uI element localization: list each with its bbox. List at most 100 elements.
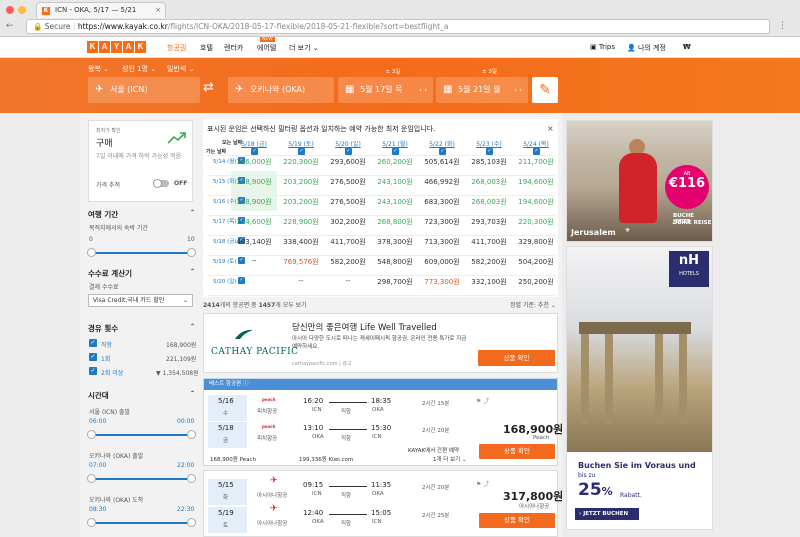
matrix-cell[interactable]: 769,576원 [278,257,324,267]
matrix-col-checkbox[interactable]: ✓ [345,148,352,155]
matrix-cell[interactable]: 302,200원 [325,217,371,227]
stops-two-checkbox[interactable]: ✓ [89,367,97,375]
view-deal-button[interactable]: 상품 확인 [479,513,555,528]
matrix-col-checkbox[interactable]: ✓ [298,148,305,155]
stops-direct-label[interactable]: 직항 [101,340,112,349]
ad-cta-button[interactable]: 상품 확인 [478,350,555,366]
bookmark-icon[interactable]: ⚑ ⤴ [476,479,489,488]
matrix-col-checkbox[interactable]: ✓ [392,148,399,155]
stops-one-label[interactable]: 1회 [101,354,110,363]
matrix-cell[interactable]: 609,000원 [419,257,465,267]
nav-hotels[interactable]: 호텔 [200,43,213,53]
close-window-icon[interactable] [6,6,14,14]
matrix-cell[interactable]: 773,300원 [419,277,465,287]
matrix-cell[interactable]: 332,100원 [466,277,512,287]
matrix-cell[interactable]: 203,200원 [278,197,324,207]
stay-section-title[interactable]: 여행 기간 ⌃ [88,209,195,220]
matrix-cell[interactable]: 276,500원 [325,177,371,187]
return-date-field[interactable]: ▦ ± 3일 5월 21일 월 ‹ › [436,69,528,103]
alt-price-2[interactable]: 199,336원 Kiwi.com [299,455,353,463]
destination-field[interactable]: ✈ 오키나와 (OKA) [228,77,334,103]
matrix-col-header[interactable]: 5/18 (금) [231,139,277,148]
date-arrows-icon[interactable]: ‹ › [514,77,522,103]
matrix-cell[interactable]: 713,300원 [419,237,465,247]
matrix-cell[interactable]: 268,003원 [466,197,512,207]
banner-ad-nh-hotels[interactable]: nH HOTELS Buchen Sie im Voraus und bis z… [566,246,713,530]
matrix-cell[interactable]: 220,300원 [513,217,559,227]
matrix-col-header[interactable]: 5/19 (토) [278,139,324,148]
stops-section-title[interactable]: 경유 횟수 ⌃ [88,323,195,334]
matrix-cell[interactable]: 338,400원 [278,237,324,247]
arr-slider[interactable] [87,518,196,527]
matrix-cell[interactable]: 298,700원 [372,277,418,287]
matrix-col-header[interactable]: 5/20 (일) [325,139,371,148]
matrix-col-header[interactable]: 5/22 (화) [419,139,465,148]
search-button[interactable]: ✎ [532,77,558,103]
swap-icon[interactable]: ⇄ [203,80,214,95]
matrix-cell[interactable]: 186,000원 [231,157,277,167]
bookmark-icon[interactable]: ⚑ ⤴ [476,396,489,405]
currency-selector[interactable]: ₩ [683,43,691,51]
times-section-title[interactable]: 시간대 ⌃ [88,390,195,401]
matrix-cell[interactable]: 220,300원 [278,157,324,167]
matrix-col-checkbox[interactable]: ✓ [439,148,446,155]
stops-two-label[interactable]: 2회 이상 [101,368,123,377]
price-track-toggle[interactable] [153,179,169,188]
sort-dropdown[interactable]: 정렬 기준: 추천 ⌄ [510,300,556,309]
stops-direct-checkbox[interactable]: ✓ [89,339,97,347]
matrix-cell[interactable]: 582,200원 [325,257,371,267]
slider-handle[interactable] [187,248,196,257]
matrix-cell[interactable]: 276,500원 [325,197,371,207]
sponsored-ad[interactable]: CATHAY PACIFIC 당신만의 좋은여행 Life Well Trave… [203,313,558,373]
cabin-dropdown[interactable]: 일반석 ⌄ [167,64,194,74]
date-arrows-icon[interactable]: ‹ › [419,77,427,103]
matrix-cell[interactable]: 243,100원 [372,177,418,187]
matrix-cell[interactable]: 683,300원 [419,197,465,207]
matrix-cell[interactable]: 548,800원 [372,257,418,267]
matrix-col-checkbox[interactable]: ✓ [533,148,540,155]
ad-title[interactable]: 당신만의 좋은여행 Life Well Travelled [292,321,437,333]
nav-more[interactable]: 더 보기 ⌄ [289,43,319,53]
matrix-col-header[interactable]: 5/24 (목) [513,139,559,148]
matrix-cell[interactable]: 504,200원 [513,257,559,267]
matrix-cell[interactable]: 403,140원 [231,237,277,247]
matrix-cell[interactable]: 211,700원 [513,157,559,167]
nav-airtel[interactable]: 에어텔 [257,43,276,53]
matrix-cell[interactable]: 293,600원 [325,157,371,167]
matrix-cell[interactable]: 194,600원 [513,197,559,207]
matrix-row-checkbox[interactable]: ✓ [238,277,245,284]
slider-handle[interactable] [187,518,196,527]
tab-close-icon[interactable]: × [155,3,161,18]
matrix-cell[interactable]: 466,992원 [419,177,465,187]
back-arrow-icon[interactable]: ← [6,21,14,31]
matrix-cell[interactable]: 168,900원 [231,197,277,207]
matrix-cell[interactable]: 203,200원 [278,177,324,187]
stops-one-checkbox[interactable]: ✓ [89,353,97,361]
matrix-cell[interactable]: -- [231,257,277,265]
fee-card-select[interactable]: Visa Credit,국내 카드 할인 ⌄ [88,294,193,307]
passengers-dropdown[interactable]: 성인 1명 ⌄ [122,64,156,74]
matrix-cell[interactable]: 268,800원 [372,217,418,227]
banner-ad-jerusalem[interactable]: AB €116 BUCHE JETZT DEINE REISE Jerusale… [566,120,713,242]
minimize-window-icon[interactable] [18,6,26,14]
matrix-cell[interactable]: 168,900원 [231,177,277,187]
trip-type-dropdown[interactable]: 왕복 ⌄ [88,64,109,74]
matrix-cell[interactable]: 194,600원 [231,217,277,227]
slider-handle[interactable] [187,474,196,483]
out-slider[interactable] [87,430,196,439]
nav-cars[interactable]: 렌터카 [224,43,243,53]
matrix-col-header[interactable]: 5/21 (월) [372,139,418,148]
matrix-cell[interactable]: 411,700원 [325,237,371,247]
matrix-cell[interactable]: 378,300원 [372,237,418,247]
matrix-cell[interactable]: 243,100원 [372,197,418,207]
matrix-cell[interactable]: 505,614원 [419,157,465,167]
result-card[interactable]: 5/15 화 ✈ 아시아나항공 09:15 11:35 ICN 직항 OKA 2… [203,470,563,537]
best-result-card[interactable]: 베스트 항공편 ⓘ 5/16 수 peach 피치항공 16:20 18:35 … [203,378,563,466]
address-bar[interactable]: 🔒 Secure | https://www.kayak.co.kr/fligh… [26,19,770,34]
stay-slider[interactable] [87,248,196,257]
matrix-cell[interactable]: 723,300원 [419,217,465,227]
slider-handle[interactable] [87,518,96,527]
best-view-deal-button[interactable]: 상품 확인 [479,444,555,459]
in-slider[interactable] [87,474,196,483]
slider-handle[interactable] [87,474,96,483]
